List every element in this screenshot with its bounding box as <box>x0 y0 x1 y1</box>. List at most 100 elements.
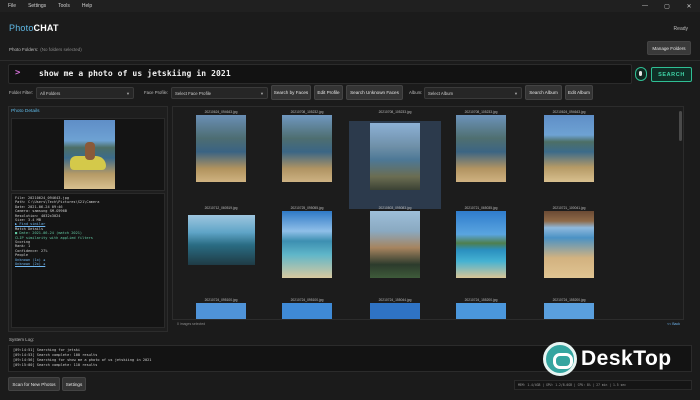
photo-info: File: 20210624_094643.jpg Path: C:\Users… <box>11 193 165 328</box>
photo-filename: 20210624_094643.jpg <box>552 110 586 114</box>
photo-filename: 20210712_060519.jpg <box>204 206 238 210</box>
search-album-button[interactable]: Search Album <box>525 85 562 100</box>
photo-image <box>282 211 332 278</box>
photo-folders-label: Photo Folders: (No folders selected) <box>9 47 82 52</box>
photo-folders-value: (No folders selected) <box>40 47 82 52</box>
prompt-icon: > <box>15 68 21 78</box>
close-button[interactable]: ✕ <box>678 0 700 12</box>
photo-thumbnail[interactable]: 20210721_065035.jpg <box>435 205 527 301</box>
photo-image <box>544 211 594 278</box>
photo-filename: 20210724_155200.jpg <box>552 298 586 302</box>
photo-image <box>456 303 506 319</box>
unknown-person-link[interactable]: Unknown (2x) ✚ <box>15 262 161 266</box>
photo-thumbnail[interactable]: 20210624_094643.jpg <box>523 109 615 209</box>
scan-new-photos-button[interactable]: Scan for New Photos <box>8 377 60 391</box>
search-bar[interactable]: > show me a photo of us jetskiing in 202… <box>8 64 632 84</box>
photo-filename: 20210721_100041.jpg <box>552 206 586 210</box>
photo-image <box>370 303 420 319</box>
photo-filename: 20210724_095100.jpg <box>290 298 324 302</box>
photo-filename: 20210708_105232.jpg <box>290 110 324 114</box>
selection-status: 0 images selected <box>177 322 206 326</box>
status-ready: Ready <box>673 26 688 32</box>
photo-thumbnail[interactable]: 20210803_095083.jpg <box>349 205 441 301</box>
watermark-logo-icon <box>543 342 577 376</box>
photo-thumbnail[interactable]: 20210724_095100.jpg <box>175 297 267 319</box>
chevron-down-icon: ▼ <box>514 91 518 96</box>
photo-thumbnail-selected[interactable]: 20210708_105233.jpg <box>349 110 441 209</box>
folder-filter-select[interactable]: All Folders ▼ <box>36 87 134 99</box>
photo-image <box>187 215 255 265</box>
menu-help[interactable]: Help <box>82 3 92 9</box>
search-by-faces-button[interactable]: Search by Faces <box>271 85 311 100</box>
photo-filename: 20210624_094643.jpg <box>204 110 238 114</box>
photo-thumbnail[interactable]: 20210721_100041.jpg <box>523 205 615 301</box>
grid-scrollbar[interactable] <box>679 111 682 141</box>
system-log-label: System Log: <box>9 337 35 342</box>
logo-part-photo: Photo <box>9 23 34 33</box>
rider-shape <box>85 142 95 160</box>
search-input[interactable]: show me a photo of us jetskiing in 2021 <box>39 69 231 78</box>
photo-thumbnail[interactable]: 20210724_155200.jpg <box>435 297 527 319</box>
chevron-down-icon: ▼ <box>260 91 264 96</box>
microphone-glyph <box>639 71 642 76</box>
folder-filter-label: Folder Filter: <box>9 90 34 95</box>
manage-folders-button[interactable]: Manage Folders <box>647 41 691 55</box>
photo-filename: 20210724_155200.jpg <box>464 298 498 302</box>
settings-button[interactable]: Settings <box>62 377 86 391</box>
album-value: Select Album <box>428 90 454 96</box>
photo-image <box>282 303 332 319</box>
photo-folders-row: Photo Folders: (No folders selected) <box>0 41 700 58</box>
microphone-icon[interactable] <box>635 67 647 81</box>
album-select[interactable]: Select Album ▼ <box>424 87 522 99</box>
resource-status-bar: MEM: 1.4/4GB | GPU: 1.2/8.0GB | CPU: 8% … <box>514 380 692 390</box>
maximize-button[interactable]: ▢ <box>656 0 678 12</box>
photo-filename: 20210724_155044.jpg <box>378 298 412 302</box>
photo-image <box>544 115 594 182</box>
menu-file[interactable]: File <box>8 3 16 9</box>
photo-thumbnail[interactable]: 20210624_094643.jpg <box>175 109 267 209</box>
photo-filename: 20210721_065035.jpg <box>464 206 498 210</box>
menu-settings[interactable]: Settings <box>28 3 46 9</box>
edit-profile-button[interactable]: Edit Profile <box>314 85 343 100</box>
preview-image[interactable] <box>64 120 115 189</box>
photo-image <box>456 211 506 278</box>
album-label: Album: <box>409 90 423 95</box>
photo-image <box>370 123 420 190</box>
photo-grid: 20210624_094643.jpg 20210708_105232.jpg … <box>172 106 684 320</box>
watermark: DeskTop <box>543 340 672 378</box>
edit-album-button[interactable]: Edit Album <box>565 85 593 100</box>
photo-preview <box>11 118 165 191</box>
photo-folders-label-text: Photo Folders: <box>9 47 39 52</box>
photo-image <box>196 115 246 182</box>
photo-thumbnail[interactable]: 20210725_095055.jpg <box>261 205 353 301</box>
minimize-button[interactable]: — <box>634 0 656 12</box>
photo-filename: 20210708_105233.jpg <box>378 110 412 114</box>
menu-bar: File Settings Tools Help — ▢ ✕ <box>0 0 700 12</box>
photo-filename: 20210725_095055.jpg <box>290 206 324 210</box>
photo-thumbnail[interactable]: 20210708_105232.jpg <box>261 109 353 209</box>
logo-part-chat: CHAT <box>33 23 59 33</box>
app-logo: Photo CHAT <box>9 22 59 34</box>
chevron-down-icon: ▼ <box>126 91 130 96</box>
photo-image <box>544 303 594 319</box>
photo-thumbnail[interactable]: 20210712_060519.jpg <box>175 205 267 301</box>
photo-thumbnail[interactable]: 20210724_155044.jpg <box>349 297 441 319</box>
photo-image <box>370 211 420 278</box>
window-controls: — ▢ ✕ <box>634 0 700 12</box>
selection-bar: 0 images selected << Back <box>172 321 684 329</box>
photo-details-panel: Photo Details File: 20210624_094643.jpg … <box>8 106 168 332</box>
menu-tools[interactable]: Tools <box>58 3 70 9</box>
search-unknown-faces-button[interactable]: Search Unknown Faces <box>346 85 403 100</box>
photo-image <box>282 115 332 182</box>
face-profile-select[interactable]: Select Face Profile ▼ <box>171 87 268 99</box>
folder-filter-value: All Folders <box>40 90 61 96</box>
photo-details-title: Photo Details <box>11 109 40 114</box>
photo-thumbnail[interactable]: 20210708_105233.jpg <box>435 109 527 209</box>
photo-image <box>456 115 506 182</box>
photo-thumbnail[interactable]: 20210724_155200.jpg <box>523 297 615 319</box>
back-link[interactable]: << Back <box>667 322 680 326</box>
face-profile-label: Face Profile: <box>144 90 169 95</box>
face-profile-value: Select Face Profile <box>175 90 212 96</box>
search-button[interactable]: SEARCH <box>651 67 692 82</box>
photo-thumbnail[interactable]: 20210724_095100.jpg <box>261 297 353 319</box>
